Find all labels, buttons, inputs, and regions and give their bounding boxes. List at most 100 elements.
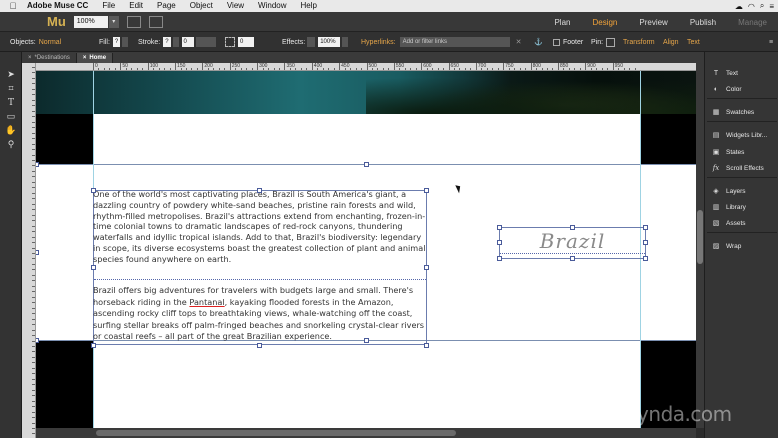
corner-radius-icon[interactable] [225, 37, 235, 47]
fill-dropdown-icon[interactable] [122, 37, 129, 47]
tab-destinations[interactable]: × *Destinations [22, 53, 77, 63]
text-tool-icon[interactable]: T [5, 97, 17, 108]
resize-handle[interactable] [497, 240, 502, 245]
opacity-field[interactable]: 100% [318, 37, 341, 47]
scroll-effects-icon: fx [712, 164, 720, 172]
menu-window[interactable]: Window [251, 0, 293, 12]
resize-handle[interactable] [424, 343, 429, 348]
resize-handle[interactable] [643, 256, 648, 261]
pin-grid-icon[interactable] [606, 37, 616, 47]
wifi-icon[interactable]: ◠ [748, 2, 755, 11]
horizontal-scrollbar[interactable] [36, 428, 696, 438]
hyperlinks-label[interactable]: Hyperlinks: [361, 39, 396, 46]
apple-icon[interactable]:  [6, 1, 20, 11]
resize-handle[interactable] [424, 188, 429, 193]
menu-file[interactable]: File [95, 0, 122, 12]
list-icon[interactable]: ≡ [769, 2, 774, 11]
zoom-tool-icon[interactable]: ⚲ [5, 139, 17, 150]
horizontal-scroll-thumb[interactable] [96, 430, 456, 436]
effects-icon[interactable] [307, 37, 316, 47]
panel-color[interactable]: ◐ Color [705, 82, 778, 96]
panel-assets[interactable]: ▧ Assets [705, 216, 778, 230]
objects-state-dropdown[interactable]: Normal [39, 39, 62, 46]
resize-handle[interactable] [36, 162, 39, 167]
align-link[interactable]: Align [663, 39, 679, 46]
header-forest-photo[interactable] [36, 71, 696, 114]
panel-label: Scroll Effects [726, 164, 764, 172]
close-tab-icon[interactable]: × [83, 55, 87, 61]
search-icon[interactable]: ⌕ [760, 1, 764, 11]
clear-link-icon[interactable]: ✕ [516, 38, 522, 46]
panel-swatches[interactable]: ▦ Swatches [705, 105, 778, 119]
stroke-dropdown-icon[interactable] [172, 37, 179, 47]
opacity-dropdown-icon[interactable] [342, 37, 349, 47]
panel-wrap[interactable]: ▨ Wrap [705, 239, 778, 253]
tab-home[interactable]: × Home [76, 53, 114, 63]
hand-tool-icon[interactable]: ✋ [5, 125, 17, 136]
body-paragraph-1[interactable]: One of the world's most captivating plac… [93, 189, 428, 265]
view-options-icon[interactable] [126, 15, 141, 28]
stroke-width-field[interactable]: 0 [181, 37, 194, 47]
cloud-icon[interactable]: ☁ [735, 2, 743, 11]
resize-handle[interactable] [364, 162, 369, 167]
resize-handle[interactable] [424, 265, 429, 270]
menu-object[interactable]: Object [183, 0, 220, 12]
transform-link[interactable]: Transform [623, 39, 655, 46]
design-canvas[interactable]: One of the world's most captivating plac… [36, 71, 696, 428]
resize-handle[interactable] [497, 225, 502, 230]
brazil-heading[interactable]: Brazil [499, 229, 646, 253]
menu-edit[interactable]: Edit [122, 0, 150, 12]
corner-radius-field[interactable]: 0 [238, 37, 254, 47]
selection-tool-icon[interactable]: ➤ [5, 69, 17, 80]
zoom-field[interactable]: 100% [73, 15, 108, 28]
resize-handle[interactable] [257, 188, 262, 193]
resize-handle[interactable] [643, 225, 648, 230]
vertical-scroll-thumb[interactable] [697, 210, 703, 264]
zoom-dropdown-icon[interactable]: ▾ [108, 15, 119, 28]
panel-scroll-effects[interactable]: fx Scroll Effects [705, 161, 778, 175]
fill-swatch[interactable]: ? [112, 37, 121, 47]
resize-handle[interactable] [91, 343, 96, 348]
text-link[interactable]: Text [687, 39, 700, 46]
vertical-ruler[interactable] [22, 63, 36, 438]
mode-preview[interactable]: Preview [628, 18, 678, 27]
menu-help[interactable]: Help [294, 0, 324, 12]
mode-design[interactable]: Design [581, 18, 628, 27]
resize-handle[interactable] [497, 256, 502, 261]
resize-handle[interactable] [36, 338, 39, 343]
panel-library[interactable]: ▥ Library [705, 200, 778, 214]
horizontal-ruler[interactable]: 0 50 100 150 200 250 300 350 400 450 500 550 600 650 7… [36, 63, 696, 71]
resize-handle[interactable] [643, 240, 648, 245]
resize-handle[interactable] [36, 250, 39, 255]
resize-handle[interactable] [570, 225, 575, 230]
hyperlinks-input[interactable]: Add or filter links [399, 37, 510, 47]
mode-publish[interactable]: Publish [679, 18, 727, 27]
spellcheck-word[interactable]: Pantanal [189, 297, 224, 307]
rectangle-tool-icon[interactable]: ▭ [5, 111, 17, 122]
screen-mode-icon[interactable] [148, 15, 163, 28]
mode-manage[interactable]: Manage [727, 18, 778, 27]
resize-handle[interactable] [570, 256, 575, 261]
resize-handle[interactable] [91, 188, 96, 193]
ruler-tick [393, 63, 395, 70]
menu-page[interactable]: Page [150, 0, 183, 12]
resize-handle[interactable] [364, 338, 369, 343]
body-paragraph-2[interactable]: Brazil offers big adventures for travele… [93, 285, 428, 343]
footer-checkbox[interactable] [553, 38, 560, 46]
resize-handle[interactable] [91, 265, 96, 270]
panel-text[interactable]: T Text [705, 66, 778, 80]
crop-tool-icon[interactable]: ⌗ [5, 83, 17, 94]
panel-widgets-library[interactable]: ▤ Widgets Libr... [705, 128, 778, 142]
close-tab-icon[interactable]: × [28, 55, 32, 61]
panel-menu-icon[interactable]: ≡ [769, 39, 773, 46]
panel-states[interactable]: ▣ States [705, 145, 778, 159]
resize-handle[interactable] [257, 343, 262, 348]
menu-view[interactable]: View [220, 0, 251, 12]
menu-app-name[interactable]: Adobe Muse CC [20, 0, 95, 12]
mode-plan[interactable]: Plan [543, 18, 581, 27]
stroke-style-dropdown[interactable] [195, 37, 216, 47]
vertical-scrollbar[interactable] [696, 63, 704, 428]
stroke-swatch[interactable]: ? [163, 37, 171, 47]
panel-layers[interactable]: ◈ Layers [705, 184, 778, 198]
anchor-icon[interactable]: ⚓ [534, 38, 543, 46]
